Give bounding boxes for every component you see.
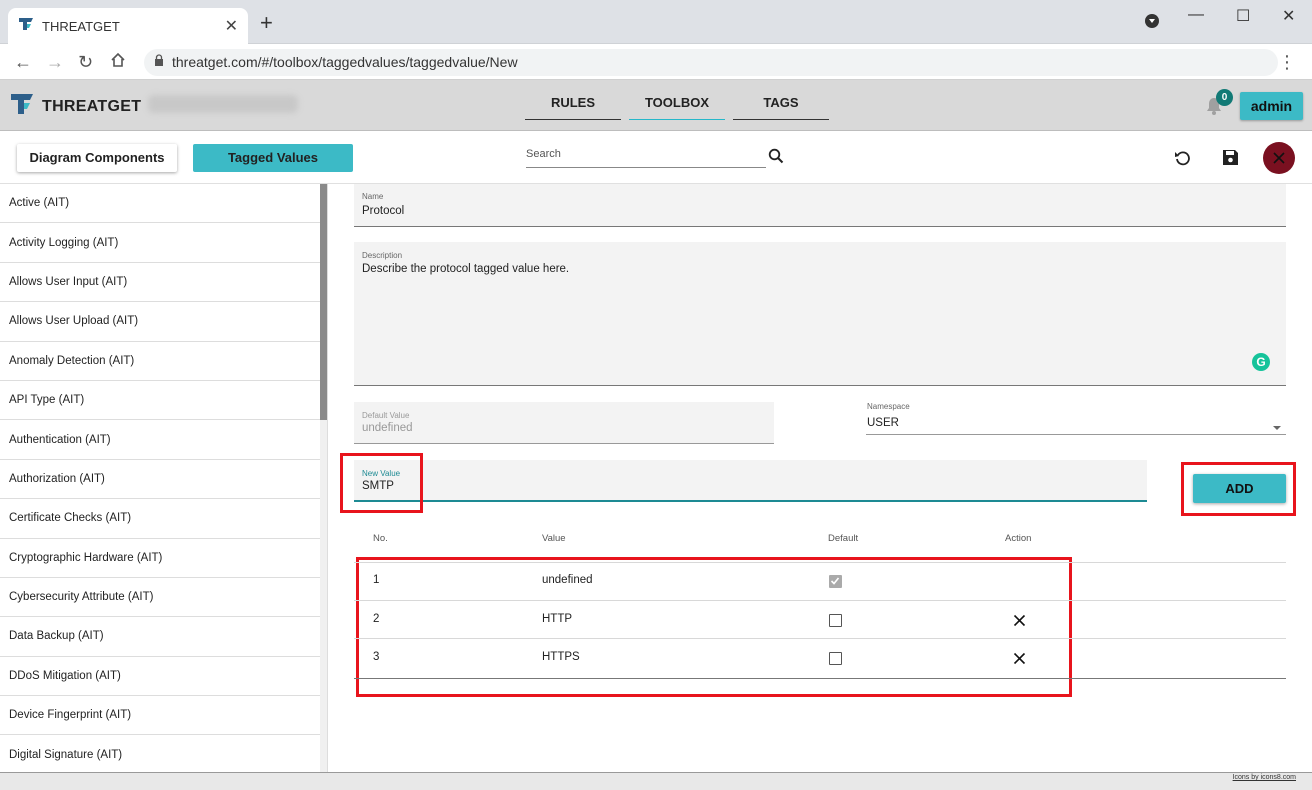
logo-icon — [10, 92, 34, 121]
blurred-text — [148, 95, 298, 113]
default-checkbox[interactable] — [829, 652, 842, 665]
list-item[interactable]: Allows User Input (AIT) — [0, 263, 320, 303]
name-field[interactable]: Name Protocol — [354, 184, 1286, 227]
list-item[interactable]: Allows User Upload (AIT) — [0, 302, 320, 342]
name-value: Protocol — [362, 205, 405, 217]
highlight-add-button — [1181, 462, 1296, 516]
list-item[interactable]: Device Fingerprint (AIT) — [0, 696, 320, 736]
description-field[interactable]: Description Describe the protocol tagged… — [354, 242, 1286, 386]
tagged-values-button[interactable]: Tagged Values — [193, 144, 353, 172]
url-field[interactable]: threatget.com/#/toolbox/taggedvalues/tag… — [144, 49, 1278, 76]
list-item[interactable]: Anomaly Detection (AIT) — [0, 342, 320, 381]
new-tab-icon[interactable]: + — [260, 12, 273, 34]
tab-close-icon[interactable]: ✕ — [225, 16, 238, 36]
row-value: undefined — [542, 574, 593, 586]
app-header: THREATGET RULES TOOLBOX TAGS 0 admin — [0, 80, 1312, 131]
list-item[interactable]: Cryptographic Hardware (AIT) — [0, 539, 320, 578]
toolbox-toolbar: Diagram Components Tagged Values Search — [0, 132, 1312, 184]
reload-icon[interactable]: ↻ — [78, 52, 93, 73]
nav-toolbox[interactable]: TOOLBOX — [629, 95, 725, 120]
lock-icon — [154, 54, 164, 69]
col-header-value: Value — [542, 533, 566, 544]
admin-button[interactable]: admin — [1240, 92, 1303, 120]
list-item[interactable]: Digital Signature (AIT) — [0, 735, 320, 772]
new-value-input[interactable]: New Value SMTP — [354, 460, 1147, 502]
favicon-icon — [18, 16, 34, 37]
list-item[interactable]: API Type (AIT) — [0, 381, 320, 421]
browser-tab-bar: THREATGET ✕ + — ☐ ✕ — [0, 0, 1312, 44]
delete-icon[interactable] — [1013, 614, 1026, 632]
default-value-text: undefined — [362, 422, 413, 434]
delete-icon[interactable] — [1013, 652, 1026, 670]
browser-menu-icon[interactable]: ⋮ — [1278, 52, 1296, 73]
table-row: 3 HTTPS — [354, 639, 1286, 679]
tagged-values-list: Active (AIT) Activity Logging (AIT) Allo… — [0, 184, 328, 772]
grammarly-icon[interactable]: G — [1252, 353, 1270, 371]
footer: Icons by icons8.com — [0, 772, 1312, 790]
profile-dropdown-icon[interactable] — [1145, 14, 1159, 33]
list-item[interactable]: Activity Logging (AIT) — [0, 223, 320, 263]
close-icon — [1273, 152, 1285, 164]
default-value-label: Default Value — [362, 411, 410, 420]
nav-tags[interactable]: TAGS — [733, 95, 829, 120]
row-value: HTTP — [542, 613, 573, 625]
maximize-icon[interactable]: ☐ — [1236, 6, 1250, 26]
table-row: 1 undefined — [354, 563, 1286, 601]
list-item[interactable]: Authorization (AIT) — [0, 460, 320, 500]
name-label: Name — [362, 192, 384, 201]
list-item[interactable]: Authentication (AIT) — [0, 420, 320, 460]
notification-badge: 0 — [1216, 89, 1233, 106]
default-checkbox — [829, 575, 842, 588]
undo-icon[interactable] — [1174, 149, 1191, 171]
url-text: threatget.com/#/toolbox/taggedvalues/tag… — [172, 54, 518, 70]
highlight-new-value — [340, 453, 423, 513]
col-header-action: Action — [1005, 533, 1032, 544]
row-value: HTTPS — [542, 651, 580, 663]
list-item[interactable]: Data Backup (AIT) — [0, 617, 320, 657]
address-bar: ← → ↻ threatget.com/#/toolbox/taggedvalu… — [0, 44, 1312, 80]
tab-title: THREATGET — [42, 18, 120, 34]
brand-name: THREATGET — [42, 97, 142, 115]
namespace-label: Namespace — [867, 402, 910, 411]
default-value-field: Default Value undefined — [354, 402, 774, 444]
col-header-no: No. — [373, 533, 388, 544]
icons-credit-link[interactable]: Icons by icons8.com — [1233, 774, 1296, 781]
row-number: 2 — [373, 613, 380, 625]
list-item[interactable]: Certificate Checks (AIT) — [0, 499, 320, 539]
forward-icon[interactable]: → — [46, 52, 64, 73]
search-input[interactable]: Search — [526, 148, 766, 168]
nav-rules[interactable]: RULES — [525, 95, 621, 120]
chevron-down-icon — [1272, 418, 1282, 436]
description-label: Description — [362, 251, 403, 260]
window-close-icon[interactable]: ✕ — [1282, 6, 1295, 26]
list-item[interactable]: Active (AIT) — [0, 184, 320, 224]
default-checkbox[interactable] — [829, 614, 842, 627]
save-icon[interactable] — [1222, 149, 1239, 171]
search-icon[interactable] — [768, 148, 784, 169]
description-value: Describe the protocol tagged value here. — [362, 263, 570, 275]
browser-tab[interactable]: THREATGET ✕ — [8, 8, 248, 44]
row-number: 3 — [373, 651, 380, 663]
col-header-default: Default — [828, 533, 859, 544]
list-item[interactable]: Cybersecurity Attribute (AIT) — [0, 578, 320, 618]
close-button[interactable] — [1263, 142, 1295, 174]
table-row: 2 HTTP — [354, 601, 1286, 639]
list-item[interactable]: DDoS Mitigation (AIT) — [0, 657, 320, 697]
namespace-value: USER — [867, 417, 899, 429]
scrollbar-thumb[interactable] — [320, 184, 327, 420]
minimize-icon[interactable]: — — [1188, 6, 1204, 24]
brand: THREATGET — [10, 92, 141, 121]
diagram-components-button[interactable]: Diagram Components — [17, 144, 177, 172]
home-icon[interactable] — [110, 52, 126, 73]
back-icon[interactable]: ← — [14, 52, 32, 73]
namespace-select[interactable]: Namespace USER — [866, 398, 1286, 435]
row-number: 1 — [373, 574, 380, 586]
